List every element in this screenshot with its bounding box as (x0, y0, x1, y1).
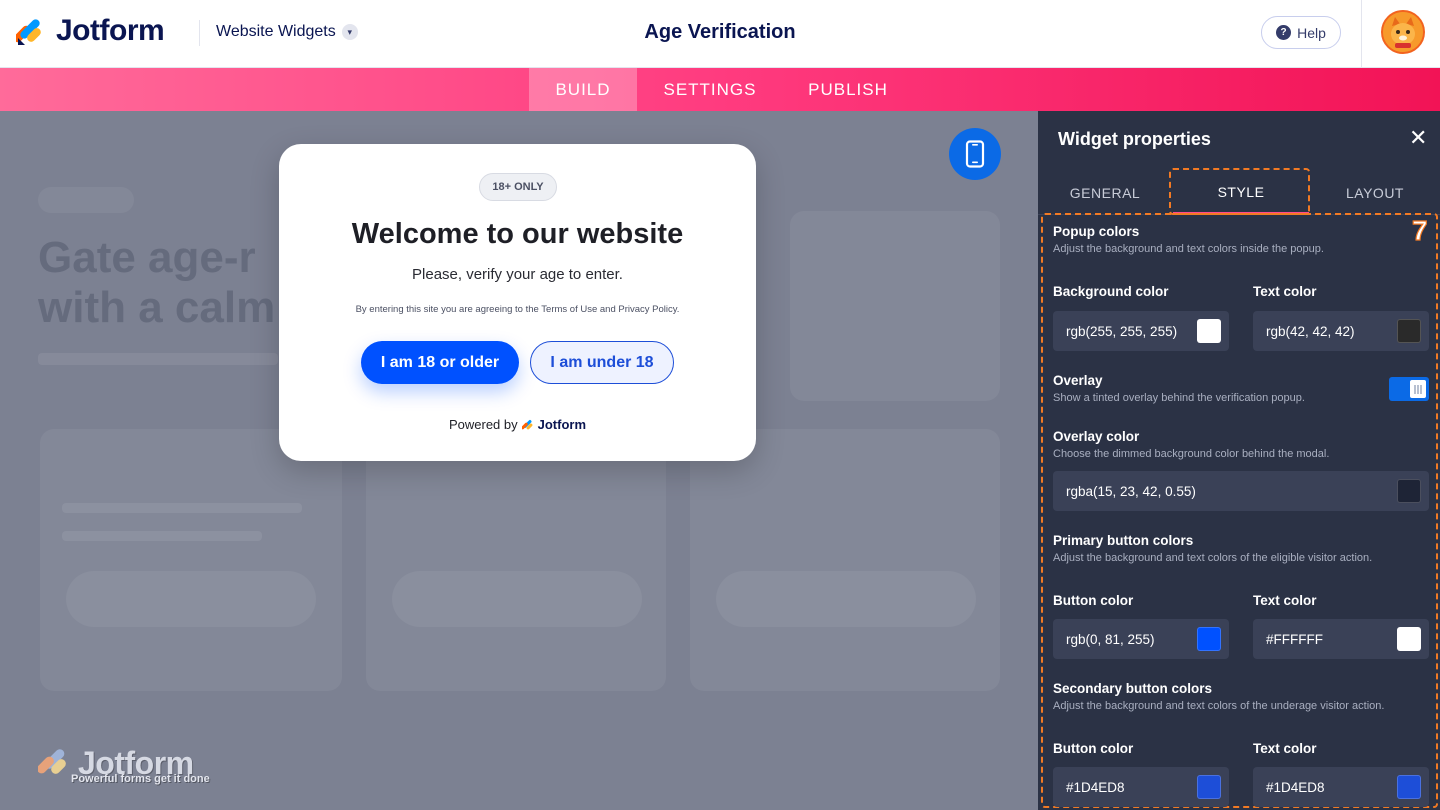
jotform-logo-icon (13, 15, 46, 47)
overlay-desc: Show a tinted overlay behind the verific… (1053, 392, 1305, 404)
cat-avatar-icon (1383, 12, 1423, 52)
tab-settings[interactable]: SETTINGS (646, 68, 774, 111)
ghost-heading: Gate age-r with a calm (38, 233, 276, 332)
avatar-divider (1361, 0, 1362, 68)
overlay-color-field[interactable]: rgba(15, 23, 42, 0.55) (1053, 471, 1429, 511)
step-number: 7 (1411, 214, 1428, 246)
top-bar: Jotform Website Widgets ▾ Age Verificati… (0, 0, 1440, 68)
secondary-text-color-field[interactable]: #1D4ED8 (1253, 767, 1429, 807)
ghost-card (790, 211, 1000, 401)
popup-bg-color-value: rgb(255, 255, 255) (1066, 323, 1178, 339)
ghost-line (62, 503, 302, 513)
widget-properties-panel: Widget properties ✕ GENERAL STYLE LAYOUT… (1038, 111, 1440, 810)
popup-bg-color-label: Background color (1053, 284, 1169, 299)
age-badge: 18+ ONLY (479, 173, 557, 201)
tab-style[interactable]: STYLE (1173, 171, 1309, 215)
secondary-btn-color-label: Button color (1053, 741, 1134, 756)
secondary-colors-desc: Adjust the background and text colors of… (1053, 700, 1385, 712)
popup-text-color-value: rgb(42, 42, 42) (1266, 323, 1355, 339)
secondary-btn-color-swatch[interactable] (1197, 775, 1221, 799)
primary-text-color-value: #FFFFFF (1266, 631, 1323, 647)
modal-title: Welcome to our website (351, 218, 684, 250)
underage-button[interactable]: I am under 18 (530, 341, 674, 384)
primary-btn-color-label: Button color (1053, 593, 1134, 608)
overlay-title: Overlay (1053, 373, 1103, 388)
overlay-color-swatch[interactable] (1397, 479, 1421, 503)
modal-fine-print: By entering this site you are agreeing t… (355, 304, 680, 315)
popup-text-color-label: Text color (1253, 284, 1317, 299)
watermark-logo-icon (38, 749, 66, 774)
popup-bg-color-swatch[interactable] (1197, 319, 1221, 343)
question-icon: ? (1276, 25, 1292, 40)
overlay-color-value: rgba(15, 23, 42, 0.55) (1066, 483, 1196, 499)
ghost-card (366, 429, 666, 691)
ghost-line (62, 531, 262, 541)
age-verification-modal: 18+ ONLY Welcome to our website Please, … (279, 144, 756, 461)
chevron-down-icon: ▾ (341, 24, 358, 40)
secondary-btn-color-value: #1D4ED8 (1066, 779, 1125, 795)
properties-tabs: GENERAL STYLE LAYOUT (1038, 171, 1440, 215)
ghost-button (392, 571, 642, 627)
powered-by-label: Powered by (448, 417, 518, 432)
overlay-toggle[interactable] (1389, 377, 1429, 401)
powered-by[interactable]: Powered by Jotform (279, 417, 756, 432)
primary-text-color-label: Text color (1253, 593, 1317, 608)
tab-build[interactable]: BUILD (529, 68, 637, 111)
help-label: Help (1297, 24, 1326, 41)
primary-text-color-swatch[interactable] (1397, 627, 1421, 651)
phone-icon (965, 140, 985, 168)
ghost-button (716, 571, 976, 627)
secondary-colors-title: Secondary button colors (1053, 681, 1213, 696)
primary-btn-color-value: rgb(0, 81, 255) (1066, 631, 1155, 647)
brand-name: Jotform (56, 14, 165, 47)
primary-text-color-field[interactable]: #FFFFFF (1253, 619, 1429, 659)
avatar[interactable] (1381, 10, 1425, 54)
help-button[interactable]: ? Help (1261, 16, 1341, 49)
popup-colors-title: Popup colors (1053, 224, 1140, 239)
tab-publish[interactable]: PUBLISH (792, 68, 904, 111)
preview-canvas: Gate age-r with a calm 18+ ONLY Welcome … (0, 111, 1038, 810)
toggle-knob (1410, 380, 1426, 398)
ghost-card (40, 429, 342, 691)
popup-bg-color-field[interactable]: rgb(255, 255, 255) (1053, 311, 1229, 351)
primary-colors-desc: Adjust the background and text colors of… (1053, 552, 1373, 564)
ghost-button (66, 571, 316, 627)
secondary-text-color-value: #1D4ED8 (1266, 779, 1325, 795)
breadcrumb-divider (199, 20, 200, 46)
close-icon[interactable]: ✕ (1409, 127, 1427, 149)
popup-text-color-swatch[interactable] (1397, 319, 1421, 343)
overlay-color-desc: Choose the dimmed background color behin… (1053, 448, 1330, 460)
secondary-btn-color-field[interactable]: #1D4ED8 (1053, 767, 1229, 807)
secondary-text-color-label: Text color (1253, 741, 1317, 756)
primary-btn-color-swatch[interactable] (1197, 627, 1221, 651)
ghost-line (38, 353, 278, 365)
primary-btn-color-field[interactable]: rgb(0, 81, 255) (1053, 619, 1229, 659)
jotform-small-icon (521, 419, 533, 429)
jotform-logo[interactable]: Jotform (13, 14, 165, 48)
powered-by-brand: Jotform (537, 417, 587, 432)
primary-colors-title: Primary button colors (1053, 533, 1194, 548)
popup-text-color-field[interactable]: rgb(42, 42, 42) (1253, 311, 1429, 351)
ghost-pill (38, 187, 134, 213)
watermark-tagline: Powerful forms get it done (71, 773, 210, 785)
modal-subtitle: Please, verify your age to enter. (412, 266, 623, 283)
tab-layout[interactable]: LAYOUT (1310, 171, 1440, 215)
breadcrumb[interactable]: Website Widgets ▾ (216, 23, 358, 41)
confirm-age-button[interactable]: I am 18 or older (361, 341, 519, 384)
ghost-card (690, 429, 1000, 691)
secondary-text-color-swatch[interactable] (1397, 775, 1421, 799)
overlay-color-title: Overlay color (1053, 429, 1140, 444)
tab-general[interactable]: GENERAL (1038, 171, 1172, 215)
popup-colors-desc: Adjust the background and text colors in… (1053, 243, 1324, 255)
breadcrumb-label: Website Widgets (216, 23, 336, 40)
panel-title: Widget properties (1058, 129, 1211, 149)
builder-nav: BUILD SETTINGS PUBLISH (0, 68, 1440, 111)
mobile-preview-button[interactable] (949, 128, 1001, 180)
